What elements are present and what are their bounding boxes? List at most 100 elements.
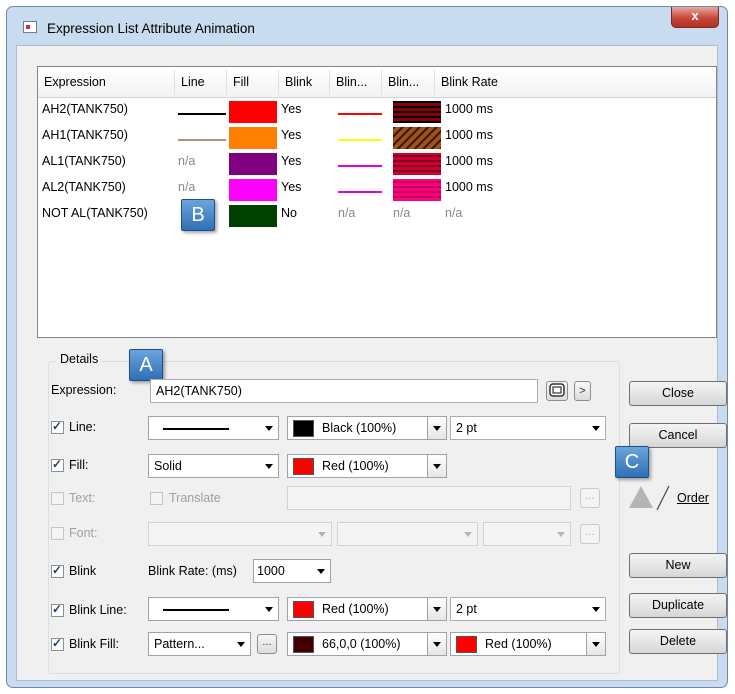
- text-checkbox[interactable]: [51, 492, 64, 505]
- line-style-dropdown[interactable]: [148, 416, 279, 440]
- row-blink-fill-swatch: [393, 179, 441, 201]
- chevron-down-icon: [427, 598, 446, 620]
- chevron-down-icon: [557, 532, 565, 537]
- blink-fill-color2-text: Red (100%): [485, 637, 552, 651]
- chevron-down-icon: [592, 607, 600, 612]
- blink-rate-dropdown[interactable]: 1000: [253, 559, 331, 583]
- fill-color-dropdown[interactable]: Red (100%): [287, 454, 447, 478]
- blink-checkbox[interactable]: [51, 563, 64, 578]
- blink-line-checkbox[interactable]: [51, 602, 64, 617]
- row-fill-swatch: [229, 179, 277, 201]
- col-header-line[interactable]: Line: [175, 70, 227, 95]
- expression-list[interactable]: Expression Line Fill Blink Blin... Blin.…: [37, 66, 717, 338]
- font-family-dropdown[interactable]: [148, 522, 332, 546]
- title-bar: Expression List Attribute Animation x: [7, 7, 727, 45]
- line-color-dropdown[interactable]: Black (100%): [287, 416, 447, 440]
- close-button[interactable]: Close: [629, 381, 727, 406]
- fill-color-chip: [293, 458, 314, 475]
- blink-fill-color2-dropdown[interactable]: Red (100%): [450, 632, 606, 656]
- row-expression: NOT AL(TANK750): [42, 206, 148, 220]
- order-up-icon[interactable]: [629, 486, 653, 508]
- expression-label: Expression:: [51, 383, 117, 397]
- delete-button[interactable]: Delete: [629, 629, 727, 654]
- details-group: [48, 361, 620, 674]
- window-close-button[interactable]: x: [671, 7, 719, 28]
- row-blink-line-sample: [338, 165, 382, 167]
- blink-fill-pattern-button[interactable]: ...: [257, 634, 277, 654]
- fill-style-value: Solid: [154, 459, 182, 473]
- row-blink: No: [281, 206, 297, 220]
- font-checkbox[interactable]: [51, 527, 64, 540]
- chevron-down-icon: [427, 633, 446, 655]
- order-label: Order: [677, 491, 709, 505]
- row-blink-rate: 1000 ms: [445, 180, 493, 194]
- fill-label: Fill:: [69, 458, 89, 472]
- fill-checkbox[interactable]: [51, 457, 64, 472]
- col-header-blink[interactable]: Blink: [279, 70, 330, 95]
- chevron-down-icon: [237, 642, 245, 647]
- blink-fill-color-text: 66,0,0 (100%): [322, 637, 401, 651]
- text-field[interactable]: [287, 486, 571, 510]
- row-fill-swatch: [229, 127, 277, 149]
- col-header-expression[interactable]: Expression: [38, 70, 175, 95]
- blink-rate-label: Blink Rate: (ms): [148, 564, 237, 578]
- expression-field[interactable]: AH2(TANK750): [150, 379, 538, 403]
- blink-line-style-dropdown[interactable]: [148, 597, 279, 621]
- chevron-down-icon: [265, 464, 273, 469]
- line-style-preview: [163, 428, 229, 430]
- blink-label: Blink: [69, 564, 97, 578]
- chevron-down-icon: [586, 633, 605, 655]
- fill-color-text: Red (100%): [322, 459, 389, 473]
- chevron-down-icon: [265, 426, 273, 431]
- translate-checkbox[interactable]: [150, 492, 163, 505]
- blink-fill-style-value: Pattern...: [154, 637, 205, 651]
- row-expression: AL2(TANK750): [42, 180, 126, 194]
- blink-fill-style-dropdown[interactable]: Pattern...: [148, 632, 251, 656]
- chevron-down-icon: [427, 417, 446, 439]
- translate-label: Translate: [169, 491, 221, 505]
- blink-line-width-value: 2 pt: [456, 602, 477, 616]
- blink-fill-color-chip: [293, 636, 314, 653]
- col-header-fill[interactable]: Fill: [227, 70, 279, 95]
- row-blink-rate: 1000 ms: [445, 128, 493, 142]
- new-button[interactable]: New: [629, 553, 727, 578]
- col-header-blink-fill[interactable]: Blin...: [382, 70, 435, 95]
- blink-line-color-chip: [293, 601, 314, 618]
- font-style-dropdown[interactable]: [337, 522, 478, 546]
- row-blink-fill-na: n/a: [393, 206, 411, 220]
- blink-fill-label: Blink Fill:: [69, 637, 120, 651]
- chevron-down-icon: [265, 607, 273, 612]
- row-blink: Yes: [281, 128, 302, 142]
- row-blink: Yes: [281, 154, 302, 168]
- line-width-dropdown[interactable]: 2 pt: [450, 416, 606, 440]
- blink-line-color-dropdown[interactable]: Red (100%): [287, 597, 447, 621]
- chevron-down-icon: [464, 532, 472, 537]
- line-label: Line:: [69, 420, 97, 434]
- row-line-na: n/a: [178, 154, 196, 168]
- row-blink: Yes: [281, 180, 302, 194]
- order-separator-icon: [656, 485, 670, 511]
- dialog-window: Expression List Attribute Animation x Ex…: [6, 6, 728, 688]
- blink-line-width-dropdown[interactable]: 2 pt: [450, 597, 606, 621]
- row-blink-line-na: n/a: [338, 206, 356, 220]
- cancel-button[interactable]: Cancel: [629, 423, 727, 448]
- expression-browse-button[interactable]: >: [574, 381, 591, 401]
- row-line-na: n/a: [178, 180, 196, 194]
- line-checkbox[interactable]: [51, 419, 64, 434]
- blink-fill-checkbox[interactable]: [51, 636, 64, 651]
- col-header-blink-line[interactable]: Blin...: [330, 70, 382, 95]
- row-expression: AH1(TANK750): [42, 128, 128, 142]
- col-header-blink-rate[interactable]: Blink Rate: [435, 70, 555, 95]
- row-blink-rate: n/a: [445, 206, 463, 220]
- expression-builder-icon[interactable]: [546, 381, 568, 401]
- font-color-dropdown[interactable]: [483, 522, 571, 546]
- fill-style-dropdown[interactable]: Solid: [148, 454, 279, 478]
- row-blink-fill-swatch: [393, 127, 441, 149]
- row-blink-line-sample: [338, 191, 382, 193]
- font-ellipsis-button[interactable]: ...: [580, 524, 600, 544]
- expression-value: AH2(TANK750): [156, 384, 242, 398]
- chevron-down-icon: [317, 569, 325, 574]
- blink-fill-color-dropdown[interactable]: 66,0,0 (100%): [287, 632, 447, 656]
- duplicate-button[interactable]: Duplicate: [629, 593, 727, 618]
- text-ellipsis-button[interactable]: ...: [580, 488, 600, 508]
